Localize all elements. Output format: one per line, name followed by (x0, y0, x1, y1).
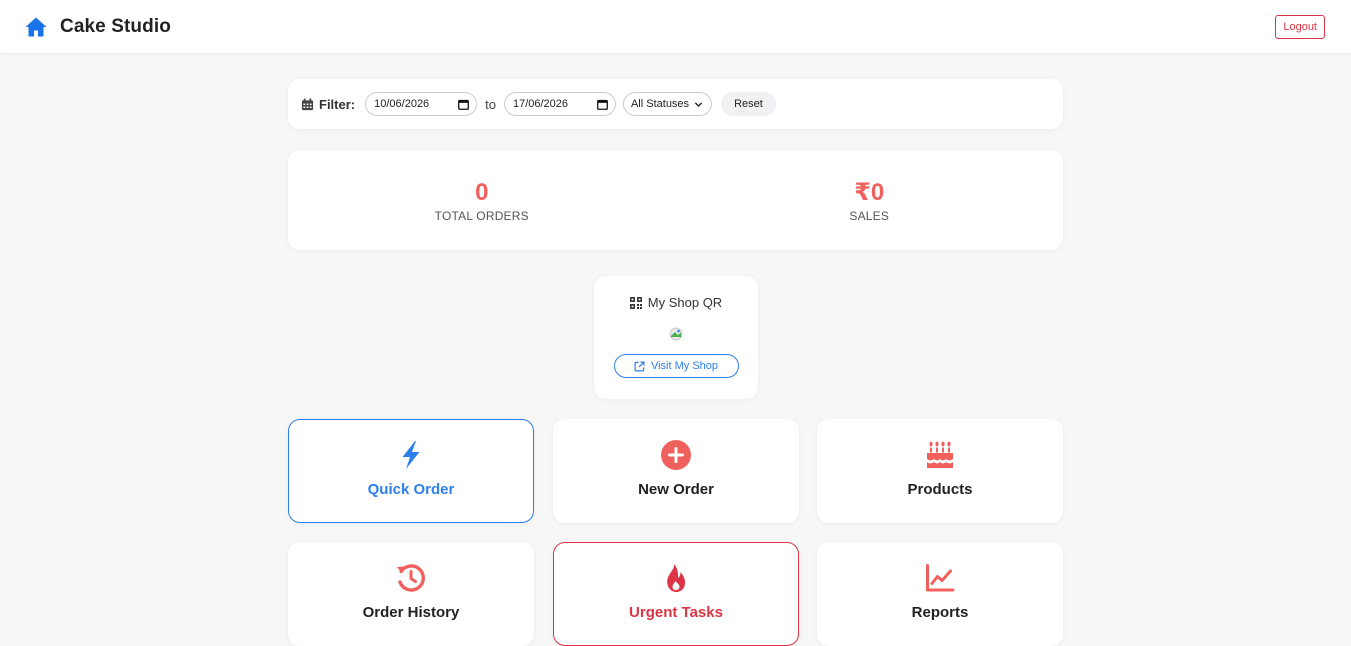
broken-image-icon (669, 327, 683, 341)
order-history-label: Order History (362, 604, 460, 621)
top-navbar: Cake Studio Logout (0, 0, 1351, 53)
new-order-label: New Order (638, 481, 714, 498)
logout-button[interactable]: Logout (1275, 14, 1325, 39)
to-date-input[interactable]: 17/06/2026 (503, 92, 616, 116)
products-tile[interactable]: Products (817, 419, 1063, 523)
urgent-tasks-label: Urgent Tasks (629, 604, 723, 621)
calendar-icon (301, 97, 314, 110)
home-icon (25, 17, 47, 36)
urgent-tasks-tile[interactable]: Urgent Tasks (553, 542, 799, 646)
shop-qr-title-text: My Shop QR (647, 295, 723, 310)
shop-qr-card: My Shop QR Visit My Shop (594, 276, 758, 399)
chevron-down-icon (694, 101, 703, 107)
history-icon (397, 564, 425, 592)
order-history-tile[interactable]: Order History (288, 542, 534, 646)
external-link-icon (634, 361, 645, 371)
from-date-input[interactable]: 10/06/2026 (365, 92, 478, 116)
stats-card: 0 TOTAL ORDERS ₹0 SALES (288, 150, 1063, 250)
visit-my-shop-label: Visit My Shop (650, 360, 719, 372)
to-label: to (485, 96, 496, 112)
sales-stat: ₹0 SALES (676, 150, 1064, 250)
calendar-picker-icon[interactable] (458, 99, 470, 110)
total-orders-label: TOTAL ORDERS (434, 209, 529, 223)
new-order-tile[interactable]: New Order (553, 419, 799, 523)
filter-text: Filter: (319, 96, 356, 112)
products-label: Products (907, 481, 973, 498)
to-date-value: 17/06/2026 (512, 98, 569, 110)
total-orders-stat: 0 TOTAL ORDERS (288, 150, 676, 250)
reports-label: Reports (911, 604, 969, 621)
sales-value: ₹0 (854, 179, 885, 206)
cake-icon (927, 441, 953, 468)
sales-label: SALES (849, 209, 890, 223)
bolt-icon (402, 441, 420, 469)
status-select[interactable]: All Statuses (622, 92, 713, 116)
reports-tile[interactable]: Reports (817, 542, 1063, 646)
visit-my-shop-button[interactable]: Visit My Shop (613, 354, 739, 378)
calendar-picker-icon[interactable] (597, 99, 608, 110)
filter-label: Filter: (301, 97, 355, 112)
plus-circle-icon (661, 440, 691, 470)
total-orders-value: 0 (475, 179, 489, 206)
quick-order-tile[interactable]: Quick Order (288, 419, 534, 523)
fire-icon (667, 564, 686, 592)
brand[interactable]: Cake Studio (24, 15, 171, 39)
shop-qr-title: My Shop QR (629, 295, 723, 310)
chart-line-icon (926, 564, 955, 592)
filter-bar: Filter: 10/06/2026 to 17/06/2026 All Sta… (288, 79, 1063, 129)
status-selected-value: All Statuses (630, 98, 690, 110)
qrcode-icon (629, 296, 642, 309)
quick-order-label: Quick Order (367, 481, 455, 498)
from-date-value: 10/06/2026 (374, 98, 430, 110)
reset-button[interactable]: Reset (721, 92, 776, 116)
app-title: Cake Studio (60, 15, 171, 37)
